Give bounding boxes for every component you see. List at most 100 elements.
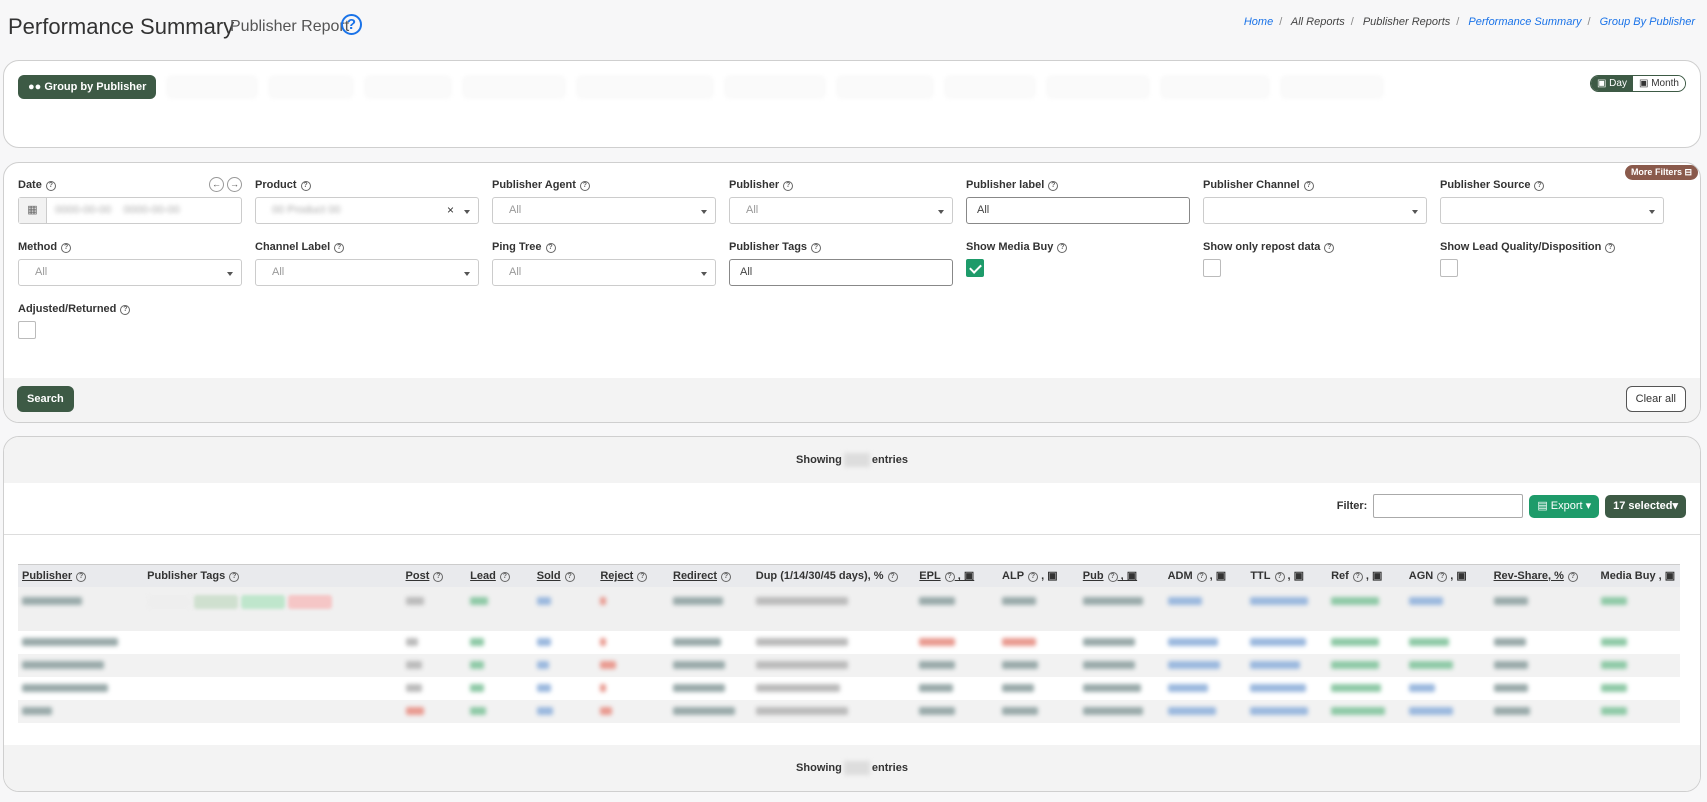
results-panel: Showing entries Filter: ▤ Export ▾ 17 sel… xyxy=(3,436,1701,792)
col-media-buy: Media Buy , ▣ xyxy=(1596,564,1680,587)
show-repost-checkbox[interactable] xyxy=(1203,259,1221,277)
show-lead-quality-checkbox[interactable] xyxy=(1440,259,1458,277)
help-icon[interactable]: ? xyxy=(1534,181,1545,191)
divider xyxy=(4,534,1700,535)
breadcrumb-home[interactable]: Home xyxy=(1244,16,1273,28)
publisher-select[interactable]: All xyxy=(729,197,953,224)
date-field: Date? ← → ▦ 0000-00-00 0000-00-00 xyxy=(18,177,242,224)
show-media-buy-field: Show Media Buy? xyxy=(966,241,1190,277)
col-post[interactable]: Post? xyxy=(401,564,467,587)
table-filter-input[interactable] xyxy=(1373,494,1524,518)
page: Performance Summary Publisher Report ? H… xyxy=(0,0,1707,802)
col-alp: ALP? , ▣ xyxy=(998,564,1079,587)
help-icon[interactable]: ? xyxy=(300,181,311,191)
breadcrumb-performance-summary[interactable]: Performance Summary xyxy=(1468,16,1581,28)
publisher-field: Publisher? All xyxy=(729,179,953,224)
filter-footer: Search Clear all xyxy=(4,378,1700,422)
col-ref: Ref? , ▣ xyxy=(1327,564,1405,587)
method-select[interactable]: All xyxy=(18,259,242,286)
help-icon[interactable]: ? xyxy=(811,243,822,253)
group-by-button[interactable] xyxy=(364,75,453,99)
adjusted-checkbox[interactable] xyxy=(18,321,36,339)
help-icon[interactable]: ? xyxy=(783,181,794,191)
help-icon[interactable]: ? xyxy=(1303,181,1314,191)
date-arrows: ← → xyxy=(209,177,242,192)
publisher-tags-input[interactable]: All xyxy=(729,259,953,286)
group-by-button[interactable] xyxy=(268,75,355,99)
clear-all-button[interactable]: Clear all xyxy=(1625,386,1686,412)
help-icon[interactable]: ? xyxy=(334,243,345,253)
publisher-channel-field: Publisher Channel? xyxy=(1203,179,1427,224)
help-icon[interactable]: ? xyxy=(45,181,56,191)
col-dup: Dup (1/14/30/45 days), %? xyxy=(751,564,916,587)
month-toggle[interactable]: ▣ Month xyxy=(1632,76,1685,91)
help-icon[interactable]: ? xyxy=(545,243,556,253)
breadcrumb-group-by-publisher[interactable]: Group By Publisher xyxy=(1600,16,1695,28)
publisher-agent-field: Publisher Agent? All xyxy=(492,179,716,224)
search-button[interactable]: Search xyxy=(17,386,74,412)
col-sold[interactable]: Sold? xyxy=(532,564,597,587)
help-icon[interactable]: ? xyxy=(1057,243,1068,253)
method-field: Method? All xyxy=(18,241,242,286)
group-by-button[interactable] xyxy=(576,75,715,99)
group-by-button[interactable] xyxy=(724,75,827,99)
date-range-input[interactable]: ▦ 0000-00-00 0000-00-00 xyxy=(18,197,242,224)
group-by-publisher-button[interactable]: ●● Group by Publisher xyxy=(18,75,157,99)
users-icon: ●● xyxy=(28,81,45,93)
group-by-panel: ●● Group by Publisher ▣ Day ▣ Month xyxy=(3,60,1701,148)
filters-panel: More Filters ⊟ Date? ← → ▦ 0000-00-00 00… xyxy=(3,162,1701,423)
arrow-right-icon[interactable]: → xyxy=(227,177,242,192)
columns-selected-button[interactable]: 17 selected▾ xyxy=(1605,494,1686,518)
help-icon[interactable]: ? xyxy=(1324,243,1335,253)
col-publisher[interactable]: Publisher? xyxy=(18,564,144,587)
ping-tree-select[interactable]: All xyxy=(492,259,716,286)
col-redirect[interactable]: Redirect? xyxy=(669,564,752,587)
arrow-left-icon[interactable]: ← xyxy=(209,177,224,192)
day-toggle[interactable]: ▣ Day xyxy=(1590,76,1633,91)
help-icon[interactable]: ? xyxy=(61,243,72,253)
more-filters-button[interactable]: More Filters ⊟ xyxy=(1624,165,1698,180)
help-icon[interactable]: ? xyxy=(579,181,590,191)
showing-entries-bottom: Showing entries xyxy=(4,745,1700,791)
page-title: Performance Summary xyxy=(8,14,235,39)
group-by-button[interactable] xyxy=(166,75,259,99)
clear-icon[interactable]: × xyxy=(447,198,454,223)
calendar-icon: ▣ xyxy=(1596,78,1610,89)
channel-label-field: Channel Label? All xyxy=(255,241,479,286)
publisher-agent-select[interactable]: All xyxy=(492,197,716,224)
table-toolbar: Filter: ▤ Export ▾ 17 selected▾ xyxy=(1337,494,1686,518)
col-epl[interactable]: EPL? , ▣ xyxy=(915,564,999,587)
group-by-button[interactable] xyxy=(462,75,567,99)
publisher-source-select[interactable] xyxy=(1440,197,1664,224)
help-icon[interactable]: ? xyxy=(341,14,362,35)
publisher-label-input[interactable]: All xyxy=(966,197,1190,224)
product-select[interactable]: 00 Product 00 × xyxy=(255,197,479,224)
ping-tree-field: Ping Tree? All xyxy=(492,241,716,286)
col-lead[interactable]: Lead? xyxy=(466,564,533,587)
group-by-button[interactable] xyxy=(836,75,935,99)
group-by-button[interactable] xyxy=(944,75,1037,99)
col-pub[interactable]: Pub? , ▣ xyxy=(1078,564,1164,587)
publisher-channel-select[interactable] xyxy=(1203,197,1427,224)
col-adm: ADM? , ▣ xyxy=(1163,564,1247,587)
export-button[interactable]: ▤ Export ▾ xyxy=(1529,494,1600,518)
product-field: Product? 00 Product 00 × xyxy=(255,179,479,224)
breadcrumb-publisher-reports: Publisher Reports xyxy=(1362,16,1451,28)
col-rev-share[interactable]: Rev-Share, %? xyxy=(1489,564,1597,587)
product-value: 00 Product 00 xyxy=(272,204,341,216)
group-by-button[interactable] xyxy=(1046,75,1151,99)
breadcrumb: Home / All Reports / Publisher Reports / Pe… xyxy=(1243,16,1695,28)
file-icon: ▤ xyxy=(1537,499,1551,512)
help-icon[interactable]: ? xyxy=(1048,181,1059,191)
filter-label: Filter: xyxy=(1336,500,1368,512)
show-media-buy-checkbox[interactable] xyxy=(966,259,984,277)
group-by-button[interactable] xyxy=(1160,75,1271,99)
publisher-tags-field: Publisher Tags? All xyxy=(729,241,953,286)
channel-label-select[interactable]: All xyxy=(255,259,479,286)
col-reject[interactable]: Reject? xyxy=(596,564,669,587)
help-icon[interactable]: ? xyxy=(120,305,131,315)
publisher-source-field: Publisher Source? xyxy=(1440,179,1664,224)
help-icon[interactable]: ? xyxy=(1605,243,1616,253)
group-by-button[interactable] xyxy=(1280,75,1385,99)
table-row xyxy=(18,699,1680,723)
